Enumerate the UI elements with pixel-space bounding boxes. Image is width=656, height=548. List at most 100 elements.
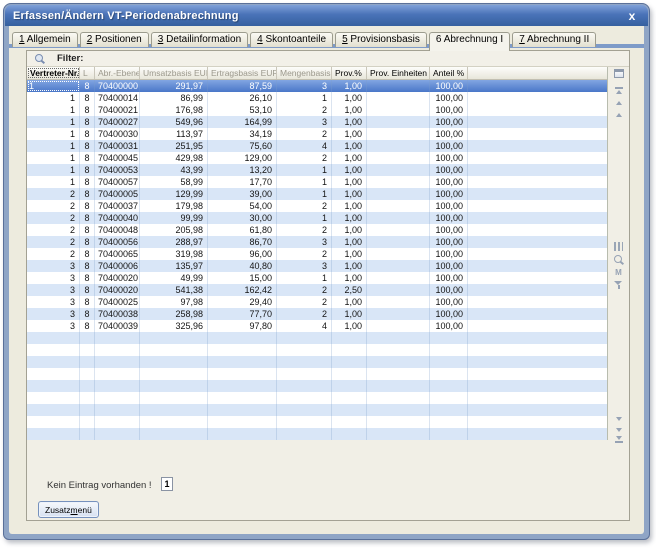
grid-row-empty[interactable] bbox=[27, 416, 607, 428]
grid-cell: 1 bbox=[27, 80, 80, 92]
column-header[interactable]: Abr.-Ebene bbox=[95, 67, 140, 79]
grid-row[interactable]: 1870400030113,9734,1921,00100,00 bbox=[27, 128, 607, 140]
grid-cell bbox=[367, 152, 430, 164]
grid-cell bbox=[140, 428, 208, 440]
grid-row[interactable]: 387040002049,9915,0011,00100,00 bbox=[27, 272, 607, 284]
grid-row[interactable]: 3870400020541,38162,4222,50100,00 bbox=[27, 284, 607, 296]
grid-cell: 8 bbox=[80, 176, 95, 188]
grid-cell: 100,00 bbox=[430, 212, 468, 224]
grid-row[interactable]: 3870400039325,9697,8041,00100,00 bbox=[27, 320, 607, 332]
grid-cell: 2 bbox=[277, 104, 332, 116]
column-options-icon[interactable] bbox=[612, 68, 625, 79]
column-header[interactable]: Mengenbasis bbox=[277, 67, 332, 79]
grid-cell: 8 bbox=[80, 296, 95, 308]
zusatzmenu-button[interactable]: Zusatzmenü bbox=[38, 501, 99, 518]
tab-detailinformation[interactable]: 3 Detailinformation bbox=[151, 32, 248, 47]
column-header[interactable]: Prov.% bbox=[332, 67, 367, 79]
grid-row[interactable]: 2870400048205,9861,8021,00100,00 bbox=[27, 224, 607, 236]
grid-cell: 75,60 bbox=[208, 140, 277, 152]
tab-positionen[interactable]: 2 Positionen bbox=[80, 32, 149, 47]
title-bar[interactable]: Erfassen/Ändern VT-Periodenabrechnung x bbox=[5, 5, 648, 26]
grid-cell: 70400005 bbox=[95, 188, 140, 200]
grid-row[interactable]: 1870400000291,9787,5931,00100,00 bbox=[27, 80, 607, 92]
grid-row-empty[interactable] bbox=[27, 380, 607, 392]
filter-funnel-icon[interactable] bbox=[612, 279, 625, 290]
grid-cell bbox=[430, 380, 468, 392]
grid-cell: 53,10 bbox=[208, 104, 277, 116]
grid-row[interactable]: 1870400027549,96164,9931,00100,00 bbox=[27, 116, 607, 128]
column-header[interactable]: Anteil % bbox=[430, 67, 468, 79]
grid-cell bbox=[367, 128, 430, 140]
grid-cell: 113,97 bbox=[140, 128, 208, 140]
grid-cell bbox=[27, 332, 80, 344]
scroll-top-icon[interactable] bbox=[612, 85, 625, 96]
column-header[interactable]: Vertreter-Nr. bbox=[27, 67, 80, 79]
grid-cell bbox=[27, 416, 80, 428]
grid-row[interactable]: 2870400005129,9939,0011,00100,00 bbox=[27, 188, 607, 200]
grid-row-empty[interactable] bbox=[27, 332, 607, 344]
grid-cell: 70400065 bbox=[95, 248, 140, 260]
grid-cell: 2 bbox=[277, 128, 332, 140]
grid-row-empty[interactable] bbox=[27, 392, 607, 404]
grid-row-empty[interactable] bbox=[27, 428, 607, 440]
grid-cell: 40,80 bbox=[208, 260, 277, 272]
row-up-icon[interactable] bbox=[612, 109, 625, 120]
grid-row[interactable]: 1870400045429,98129,0021,00100,00 bbox=[27, 152, 607, 164]
page-number-box[interactable]: 1 bbox=[161, 477, 173, 491]
tab-allgemein[interactable]: 1 Allgemein bbox=[12, 32, 78, 47]
grid-row[interactable]: 187040005758,9917,7011,00100,00 bbox=[27, 176, 607, 188]
grid-row[interactable]: 3870400006135,9740,8031,00100,00 bbox=[27, 260, 607, 272]
column-select-icon[interactable] bbox=[612, 241, 625, 252]
column-header[interactable]: Ertragsbasis EUR bbox=[208, 67, 277, 79]
grid-row-empty[interactable] bbox=[27, 404, 607, 416]
tab-abrechnung-ii[interactable]: 7 Abrechnung II bbox=[512, 32, 596, 47]
grid-cell: 70400037 bbox=[95, 200, 140, 212]
scroll-bottom-icon[interactable] bbox=[612, 434, 625, 445]
page-up-icon[interactable] bbox=[612, 97, 625, 108]
grid-cell bbox=[367, 248, 430, 260]
grid-cell: 15,00 bbox=[208, 272, 277, 284]
grid-row[interactable]: 1870400021176,9853,1021,00100,00 bbox=[27, 104, 607, 116]
tab-skontoanteile[interactable]: 4 Skontoanteile bbox=[250, 32, 333, 47]
grid-cell: 2,50 bbox=[332, 284, 367, 296]
grid-cell bbox=[277, 368, 332, 380]
grid-row[interactable]: 3870400038258,9877,7021,00100,00 bbox=[27, 308, 607, 320]
grid-cell bbox=[430, 356, 468, 368]
grid-cell: 100,00 bbox=[430, 236, 468, 248]
grid-cell: 2 bbox=[27, 212, 80, 224]
grid-cell: 49,99 bbox=[140, 272, 208, 284]
grid-row[interactable]: 287040004099,9930,0011,00100,00 bbox=[27, 212, 607, 224]
row-down-icon[interactable] bbox=[612, 413, 625, 424]
column-header[interactable]: L bbox=[80, 67, 95, 79]
grid-row[interactable]: 2870400037179,9854,0021,00100,00 bbox=[27, 200, 607, 212]
grid-cell: 70400040 bbox=[95, 212, 140, 224]
grid-row-empty[interactable] bbox=[27, 356, 607, 368]
column-header[interactable]: Prov. Einheiten bbox=[367, 67, 430, 79]
column-header[interactable]: Umsatzbasis EUR bbox=[140, 67, 208, 79]
grid-cell: 291,97 bbox=[140, 80, 208, 92]
tab-abrechnung-i[interactable]: 6 Abrechnung I bbox=[429, 32, 510, 51]
filter-bar: Filter: bbox=[27, 51, 629, 67]
summary-icon[interactable]: M bbox=[612, 267, 625, 278]
grid-cell bbox=[277, 404, 332, 416]
grid-cell bbox=[367, 332, 430, 344]
grid-cell bbox=[332, 428, 367, 440]
grid-row[interactable]: 187040001486,9926,1011,00100,00 bbox=[27, 92, 607, 104]
grid-row-empty[interactable] bbox=[27, 344, 607, 356]
grid-row[interactable]: 2870400065319,9896,0021,00100,00 bbox=[27, 248, 607, 260]
tab-provisionsbasis[interactable]: 5 Provisionsbasis bbox=[335, 32, 427, 47]
grid-row[interactable]: 1870400031251,9575,6041,00100,00 bbox=[27, 140, 607, 152]
grid-cell bbox=[367, 200, 430, 212]
data-grid: Vertreter-Nr.LAbr.-EbeneUmsatzbasis EURE… bbox=[27, 67, 608, 440]
close-icon[interactable]: x bbox=[624, 8, 640, 23]
grid-cell bbox=[332, 416, 367, 428]
grid-cell-filler bbox=[468, 188, 607, 200]
grid-cell: 4 bbox=[277, 320, 332, 332]
grid-row[interactable]: 187040005343,9913,2011,00100,00 bbox=[27, 164, 607, 176]
grid-row-empty[interactable] bbox=[27, 368, 607, 380]
grid-row[interactable]: 387040002597,9829,4021,00100,00 bbox=[27, 296, 607, 308]
grid-row[interactable]: 2870400056288,9786,7031,00100,00 bbox=[27, 236, 607, 248]
filter-search-icon[interactable] bbox=[34, 53, 45, 64]
zoom-icon[interactable] bbox=[612, 255, 625, 266]
grid-cell: 1 bbox=[27, 92, 80, 104]
